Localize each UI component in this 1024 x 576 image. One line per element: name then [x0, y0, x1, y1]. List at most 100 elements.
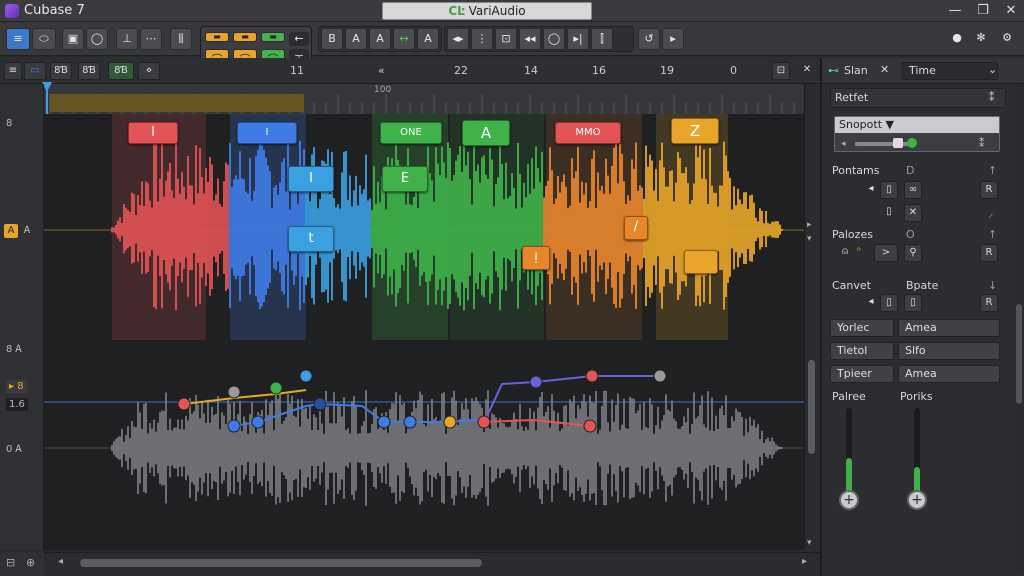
- phoneme-block[interactable]: Z: [671, 118, 719, 144]
- phoneme-block[interactable]: I: [128, 122, 178, 144]
- dots-tool-button[interactable]: ⋯: [140, 28, 162, 50]
- edit-button-a3[interactable]: A: [417, 28, 439, 50]
- fader-track[interactable]: [846, 408, 852, 498]
- copy-icon[interactable]: ▯: [880, 294, 898, 312]
- scroll-right-icon[interactable]: ▸: [802, 556, 807, 567]
- snap-options-icon[interactable]: ⁑: [979, 137, 985, 150]
- loop-region[interactable]: [50, 94, 304, 112]
- tab-orange-2[interactable]: ▬: [233, 32, 257, 42]
- tietol-field[interactable]: Tietol: [830, 342, 894, 360]
- scroll-left-icon[interactable]: ◂: [58, 556, 63, 567]
- snap-slider-handle[interactable]: [893, 138, 903, 148]
- tpieer-field[interactable]: Tpieer: [830, 365, 894, 383]
- phoneme-block[interactable]: ᴉ: [522, 246, 550, 270]
- maximize-icon[interactable]: ❐: [972, 2, 994, 20]
- lane-icon[interactable]: ⊷: [828, 64, 839, 77]
- horizontal-scroll-thumb[interactable]: [80, 559, 482, 567]
- dots-icon[interactable]: ⋮: [471, 28, 493, 50]
- record-icon[interactable]: ●: [946, 28, 968, 50]
- track-badge[interactable]: A: [4, 224, 18, 238]
- fader-knob[interactable]: +: [907, 490, 927, 510]
- phoneme-block[interactable]: E: [382, 166, 428, 192]
- copy-icon[interactable]: ▯: [880, 181, 898, 199]
- gear-icon[interactable]: ⚙: [996, 28, 1018, 50]
- ruler-fit-icon[interactable]: ⊡: [772, 62, 790, 80]
- fader-track[interactable]: [914, 408, 920, 498]
- gutter-item[interactable]: 8: [6, 118, 12, 129]
- vertical-scrollbar[interactable]: ▸ ▾ ▾: [804, 84, 818, 550]
- edit-icon[interactable]: ⸝: [988, 206, 994, 221]
- yorlec-field[interactable]: Yorlec: [830, 319, 894, 337]
- tab-slan[interactable]: Slan: [844, 64, 868, 77]
- close-icon[interactable]: ✕: [1000, 2, 1022, 20]
- gutter-item[interactable]: 0 Ꭺ: [6, 444, 22, 455]
- nudge-icon[interactable]: ◂▸: [447, 28, 469, 50]
- undo-icon[interactable]: ↺: [638, 28, 660, 50]
- play-icon[interactable]: ▸: [662, 28, 684, 50]
- settings-star-icon[interactable]: ✻: [970, 28, 992, 50]
- phoneme-block[interactable]: MMO: [555, 122, 621, 144]
- grid-tool-button[interactable]: ▣: [62, 28, 84, 50]
- yorlec-dropdown[interactable]: Amea: [898, 319, 1000, 337]
- ruler-button-2[interactable]: 8Ɓ: [78, 62, 100, 80]
- select-icon[interactable]: ⊡: [495, 28, 517, 50]
- phoneme-block[interactable]: A: [462, 120, 510, 146]
- arrow-right-icon[interactable]: >: [874, 244, 898, 262]
- rewind-icon[interactable]: ◂◂: [519, 28, 541, 50]
- prev-icon[interactable]: ◂: [862, 294, 880, 312]
- cycle-icon[interactable]: ◯: [543, 28, 565, 50]
- link-icon[interactable]: ∞: [904, 181, 922, 199]
- snap-dropdown[interactable]: Snopott ▼: [835, 117, 999, 133]
- bars-tool-button[interactable]: ≡: [6, 28, 30, 50]
- tietol-dropdown[interactable]: Slfo: [898, 342, 1000, 360]
- fader-knob[interactable]: +: [839, 490, 859, 510]
- reset-icon[interactable]: R: [980, 244, 998, 262]
- reset-icon[interactable]: R: [980, 181, 998, 199]
- chevron-down-icon[interactable]: ⌄: [988, 63, 997, 76]
- split-tool-button[interactable]: ⊥: [116, 28, 138, 50]
- ruler-view-button[interactable]: ▭: [24, 62, 46, 80]
- tpieer-dropdown[interactable]: Amea: [898, 365, 1000, 383]
- circle-tool-button[interactable]: ◯: [86, 28, 108, 50]
- phoneme-block[interactable]: t: [288, 226, 334, 252]
- search-icon[interactable]: ⚲: [904, 244, 922, 262]
- pause-icon[interactable]: ▯: [880, 204, 898, 222]
- prev-icon[interactable]: ◂: [862, 181, 880, 199]
- meter-icon[interactable]: ⫿: [591, 28, 613, 50]
- scroll-right-arrow-icon[interactable]: ▸: [807, 220, 812, 230]
- zoom-out-icon[interactable]: ⊟: [6, 556, 15, 569]
- phoneme-block[interactable]: ONE: [380, 122, 442, 144]
- reset-icon[interactable]: R: [980, 294, 998, 312]
- inspector-close-icon[interactable]: ✕: [880, 63, 889, 76]
- inspector-scroll-thumb[interactable]: [1016, 304, 1022, 404]
- time-field[interactable]: Time: [902, 62, 998, 80]
- zoom-in-icon[interactable]: ⊕: [26, 556, 35, 569]
- vertical-scroll-thumb[interactable]: [808, 360, 815, 454]
- ruler-button-4[interactable]: ⋄: [138, 62, 160, 80]
- back-arrow-icon[interactable]: ←: [289, 32, 309, 46]
- gutter-item[interactable]: 8 Ꭺ: [6, 344, 22, 355]
- shape-tool-button[interactable]: ⬭: [32, 28, 56, 50]
- phoneme-block[interactable]: I: [288, 166, 334, 192]
- phoneme-block[interactable]: ∕: [624, 216, 648, 240]
- cross-icon[interactable]: ✕: [904, 204, 922, 222]
- flag-icon[interactable]: ᵒ: [850, 244, 868, 262]
- phoneme-block[interactable]: I: [237, 122, 297, 144]
- ruler-close-icon[interactable]: ✕: [798, 62, 816, 80]
- pause-icon[interactable]: ▯: [904, 294, 922, 312]
- meter-tool-button[interactable]: ⫼: [170, 28, 192, 50]
- horizontal-scrollbar[interactable]: ◂ ▸: [44, 552, 820, 572]
- stretch-icon[interactable]: ↔: [393, 28, 415, 50]
- tab-green[interactable]: ▬: [261, 32, 285, 42]
- scroll-down-icon[interactable]: ▾: [807, 538, 812, 548]
- section-header[interactable]: Retfet ⁑: [830, 88, 1006, 108]
- scroll-down-arrow-icon[interactable]: ▾: [807, 234, 812, 244]
- forward-icon[interactable]: ▸|: [567, 28, 589, 50]
- edit-button-b[interactable]: B: [321, 28, 343, 50]
- ruler-button-3[interactable]: 8Ɓ: [108, 62, 134, 80]
- edit-button-a2[interactable]: A: [369, 28, 391, 50]
- ruler-button-1[interactable]: 8Ɓ: [50, 62, 72, 80]
- inspector-scrollbar[interactable]: [1014, 84, 1024, 572]
- section-menu-icon[interactable]: ⁑: [989, 91, 995, 104]
- tab-orange-1[interactable]: ▬: [205, 32, 229, 42]
